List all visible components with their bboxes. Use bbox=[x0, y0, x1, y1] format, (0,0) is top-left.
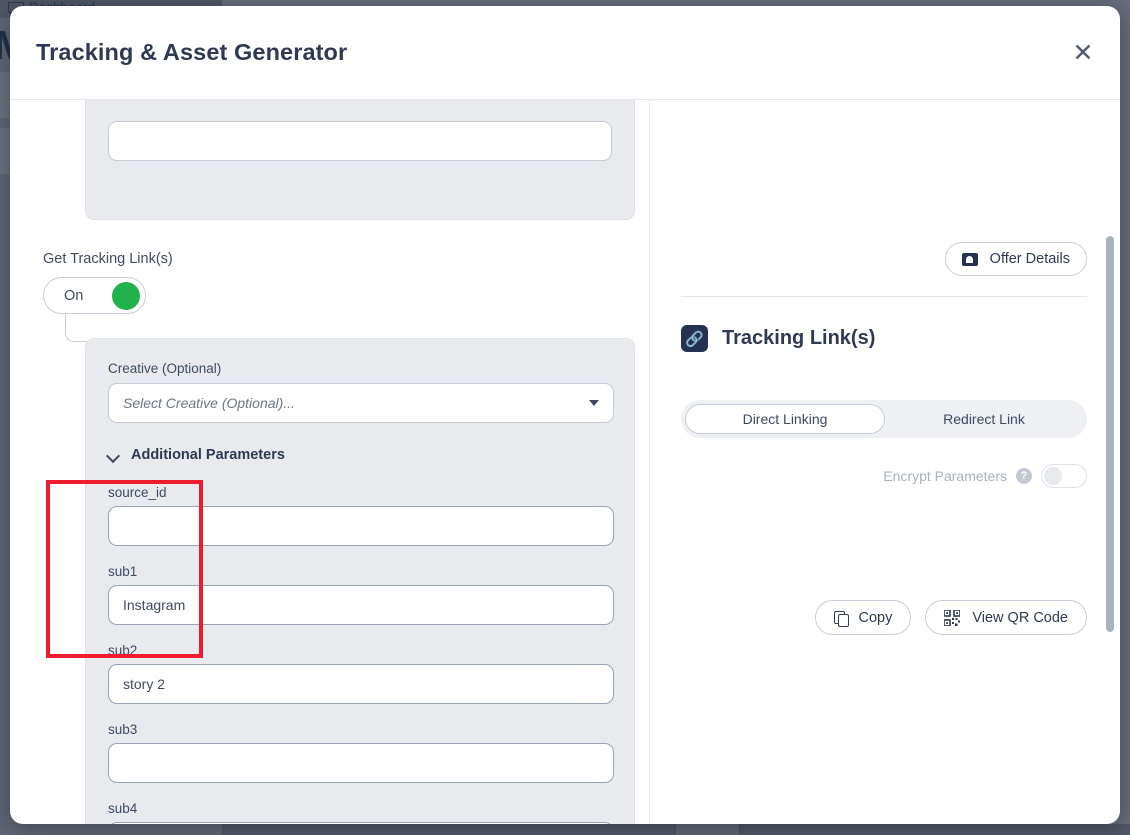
background-bottom-segment bbox=[675, 824, 740, 835]
copy-button-label: Copy bbox=[858, 609, 893, 626]
qr-code-icon bbox=[944, 609, 961, 626]
toggle-knob bbox=[112, 282, 140, 310]
connector-line bbox=[65, 314, 88, 342]
right-results-pane: Offer Details 🔗 Tracking Link(s) Direct … bbox=[649, 100, 1119, 824]
view-qr-code-button[interactable]: View QR Code bbox=[925, 600, 1087, 635]
link-icon: 🔗 bbox=[681, 325, 708, 352]
tracking-asset-generator-modal: Tracking & Asset Generator ✕ Get Trackin… bbox=[10, 6, 1120, 824]
field-label: sub1 bbox=[108, 564, 138, 579]
parameters-card: Creative (Optional) Select Creative (Opt… bbox=[85, 338, 635, 824]
additional-parameters-label: Additional Parameters bbox=[131, 447, 285, 463]
folder-card-icon bbox=[961, 252, 978, 266]
modal-body: Get Tracking Link(s) On Creative (Option… bbox=[10, 100, 1120, 824]
previous-section-input[interactable] bbox=[108, 121, 612, 161]
creative-label: Creative (Optional) bbox=[108, 361, 222, 376]
field-label: sub2 bbox=[108, 643, 138, 658]
sub2-input[interactable]: story 2 bbox=[108, 664, 614, 704]
sub4-input[interactable] bbox=[108, 822, 614, 824]
creative-select-placeholder: Select Creative (Optional)... bbox=[123, 395, 295, 411]
field-group-sub1: sub1 Instagram bbox=[108, 564, 614, 625]
tab-direct-linking[interactable]: Direct Linking bbox=[685, 404, 885, 434]
encrypt-parameters-toggle[interactable] bbox=[1041, 464, 1087, 488]
toggle-state-label: On bbox=[64, 287, 84, 304]
copy-button[interactable]: Copy bbox=[814, 600, 912, 635]
tracking-links-header: 🔗 Tracking Link(s) bbox=[681, 325, 875, 352]
link-type-tabs: Direct Linking Redirect Link bbox=[681, 400, 1087, 438]
get-tracking-links-toggle[interactable]: On bbox=[43, 277, 146, 314]
offer-details-label: Offer Details bbox=[989, 251, 1070, 267]
sub1-input[interactable]: Instagram bbox=[108, 585, 614, 625]
page-title: Tracking & Asset Generator bbox=[36, 39, 348, 65]
chevron-down-icon bbox=[108, 450, 119, 461]
section-divider bbox=[681, 296, 1087, 297]
copy-icon bbox=[833, 610, 849, 627]
encrypt-parameters-label: Encrypt Parameters bbox=[883, 468, 1007, 484]
field-label: source_id bbox=[108, 485, 167, 500]
source-id-input[interactable] bbox=[108, 506, 614, 546]
field-label: sub4 bbox=[108, 801, 138, 816]
modal-scrollbar-thumb[interactable] bbox=[1106, 236, 1114, 632]
view-qr-code-label: View QR Code bbox=[972, 609, 1068, 626]
close-icon[interactable]: ✕ bbox=[1066, 36, 1100, 70]
field-group-source-id: source_id bbox=[108, 485, 614, 546]
modal-header: Tracking & Asset Generator ✕ bbox=[10, 6, 1120, 100]
link-actions: Copy View QR Code bbox=[814, 600, 1087, 635]
get-tracking-links-label: Get Tracking Link(s) bbox=[43, 251, 173, 267]
field-group-sub3: sub3 bbox=[108, 722, 614, 783]
chevron-down-icon bbox=[589, 400, 599, 406]
creative-select[interactable]: Select Creative (Optional)... bbox=[108, 383, 614, 423]
field-group-sub4: sub4 bbox=[108, 801, 614, 824]
question-mark-icon[interactable]: ? bbox=[1016, 468, 1032, 484]
previous-section-card bbox=[85, 100, 635, 220]
tracking-links-title: Tracking Link(s) bbox=[722, 327, 876, 349]
field-label: sub3 bbox=[108, 722, 138, 737]
encrypt-parameters-row: Encrypt Parameters ? bbox=[883, 464, 1087, 488]
modal-scrollbar[interactable] bbox=[1106, 102, 1114, 824]
additional-parameters-toggle[interactable]: Additional Parameters bbox=[108, 447, 612, 463]
offer-details-button[interactable]: Offer Details bbox=[944, 242, 1087, 276]
tab-redirect-link[interactable]: Redirect Link bbox=[885, 404, 1083, 434]
left-form-pane: Get Tracking Link(s) On Creative (Option… bbox=[10, 100, 649, 824]
field-group-sub2: sub2 story 2 bbox=[108, 643, 614, 704]
sub3-input[interactable] bbox=[108, 743, 614, 783]
